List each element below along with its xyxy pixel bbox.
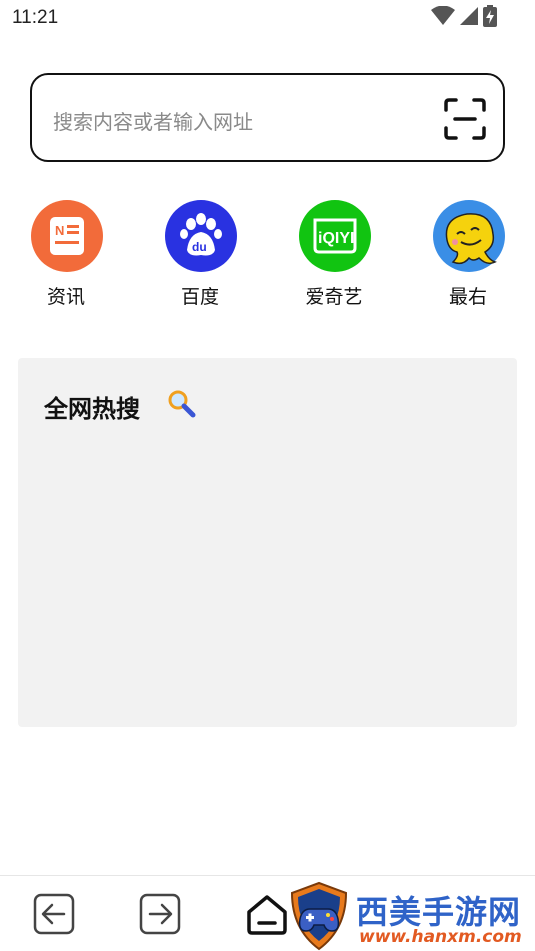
status-time: 11:21 <box>12 7 59 28</box>
shortcut-label: 资讯 <box>46 286 85 308</box>
watermark: 西美手游网 www.hanxm.com <box>286 875 531 951</box>
magnifier-icon <box>166 388 198 420</box>
shortcut-grid: N 资讯 du 百度 iQIYI 爱奇艺 最右 <box>0 200 535 310</box>
back-arrow-icon[interactable] <box>32 892 76 936</box>
shortcut-news[interactable]: N 资讯 <box>16 200 116 308</box>
scan-icon[interactable] <box>443 97 487 141</box>
shortcut-label: 爱奇艺 <box>305 286 363 308</box>
status-icons <box>431 5 497 31</box>
shortcut-zuiyou[interactable]: 最右 <box>418 200 518 308</box>
search-input-placeholder[interactable]: 搜索内容或者输入网址 <box>53 106 253 135</box>
watermark-url: www.hanxm.com <box>359 927 522 947</box>
hot-search-title: 全网热搜 <box>44 395 140 423</box>
svg-text:du: du <box>192 240 207 254</box>
shortcut-label: 最右 <box>448 286 487 308</box>
baidu-paw-icon: du <box>165 200 237 272</box>
status-bar: 11:21 <box>0 0 535 38</box>
search-box[interactable]: 搜索内容或者输入网址 <box>30 73 505 162</box>
news-icon: N <box>31 200 103 272</box>
hot-search-panel: 全网热搜 <box>18 358 517 727</box>
wifi-icon <box>431 5 455 30</box>
iqiyi-icon: iQIYI <box>299 200 371 272</box>
zuiyou-icon <box>433 200 505 272</box>
forward-arrow-icon[interactable] <box>138 892 182 936</box>
svg-text:N: N <box>55 223 64 238</box>
svg-text:iQIYI: iQIYI <box>318 230 354 247</box>
battery-charging-icon <box>483 5 497 31</box>
cellular-signal-icon <box>459 6 479 30</box>
shortcut-iqiyi[interactable]: iQIYI 爱奇艺 <box>284 200 384 308</box>
shortcut-baidu[interactable]: du 百度 <box>150 200 250 308</box>
home-icon[interactable] <box>245 892 289 936</box>
shortcut-label: 百度 <box>180 286 219 308</box>
gamepad-shield-icon <box>286 881 352 951</box>
